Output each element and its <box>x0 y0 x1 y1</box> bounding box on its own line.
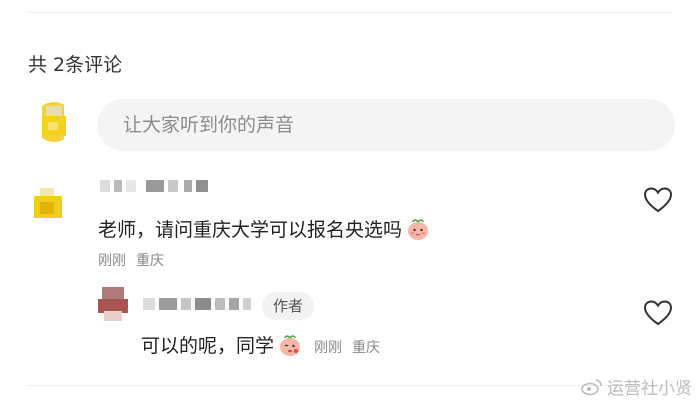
watermark: 运营社小贤 <box>581 374 692 401</box>
reply-like-heart-icon[interactable] <box>643 299 673 327</box>
comment-text: 老师，请问重庆大学可以报名央选吗 <box>98 215 430 243</box>
comment-location: 重庆 <box>136 253 164 269</box>
like-heart-icon[interactable] <box>643 186 673 214</box>
reply-text: 可以的呢，同学 刚刚 重庆 <box>141 331 380 359</box>
comment-meta: 刚刚 重庆 <box>98 250 164 270</box>
weibo-icon <box>581 378 603 401</box>
comment-input-wrapper[interactable] <box>97 99 675 151</box>
current-user-avatar[interactable] <box>34 102 74 142</box>
watermark-text: 运营社小贤 <box>607 379 692 399</box>
reply-body: 可以的呢，同学 <box>141 335 275 357</box>
comment-time: 刚刚 <box>98 253 126 269</box>
peach-blush-emoji <box>278 333 302 357</box>
reply-location: 重庆 <box>352 340 381 356</box>
reply-time: 刚刚 <box>314 340 343 356</box>
comment-input[interactable] <box>97 99 675 151</box>
author-avatar[interactable] <box>98 287 128 323</box>
comment-body: 老师，请问重庆大学可以报名央选吗 <box>98 219 403 241</box>
top-divider <box>28 12 672 13</box>
reply-meta: 刚刚 重庆 <box>314 340 380 356</box>
comment-count: 共 2条评论 <box>28 54 123 76</box>
commenter-avatar[interactable] <box>30 186 70 226</box>
author-name-redacted[interactable] <box>143 298 253 310</box>
commenter-name-redacted[interactable] <box>100 180 210 192</box>
bottom-divider <box>28 385 672 386</box>
author-badge: 作者 <box>262 292 314 320</box>
peach-face-emoji <box>406 217 430 241</box>
